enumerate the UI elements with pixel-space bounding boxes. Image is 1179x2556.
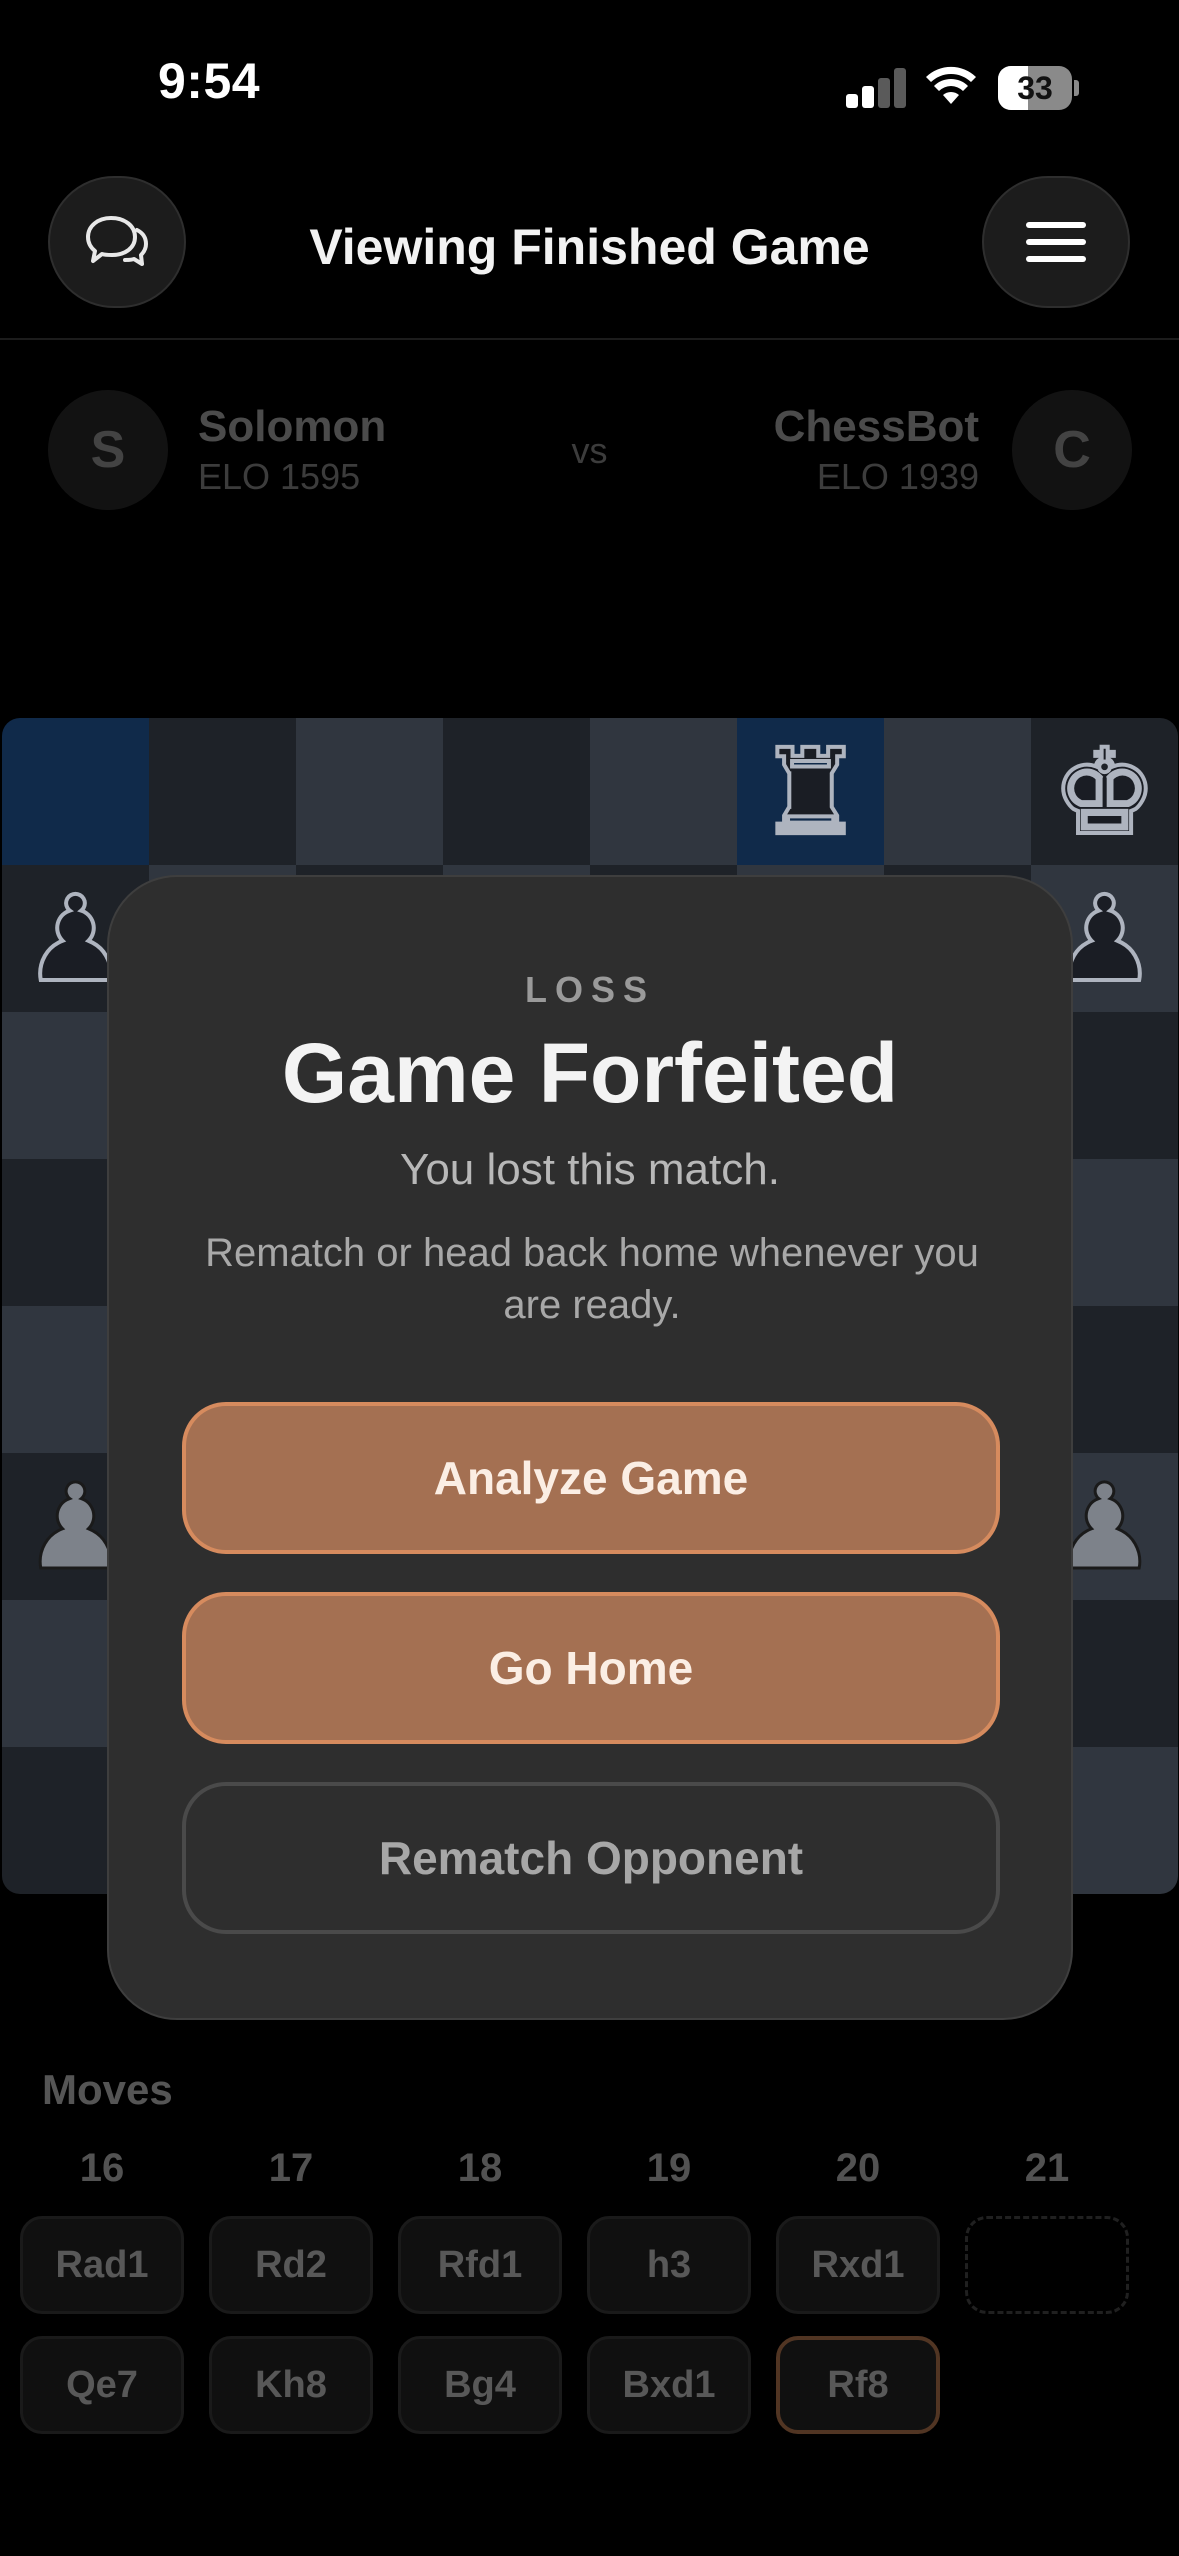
board-square: ♜ [737, 718, 884, 865]
players-bar: S Solomon ELO 1595 vs ChessBot ELO 1939 … [0, 390, 1179, 510]
move-chip-white[interactable]: Rfd1 [398, 2216, 562, 2314]
board-square [443, 718, 590, 865]
moves-title: Moves [42, 2066, 173, 2113]
modal-description: Rematch or head back home whenever you a… [205, 1231, 979, 1327]
hamburger-menu-icon [1026, 222, 1086, 262]
move-chip-white[interactable]: Rd2 [209, 2216, 373, 2314]
move-chip-black[interactable]: Bxd1 [587, 2336, 751, 2434]
board-square: ♚ [1031, 718, 1178, 865]
move-chip-white[interactable]: Rad1 [20, 2216, 184, 2314]
wifi-icon [926, 66, 976, 104]
black-rook-piece[interactable]: ♜ [756, 731, 866, 853]
go-home-button[interactable]: Go Home [182, 1592, 1000, 1744]
modal-title: Game Forfeited [281, 1026, 899, 1120]
board-square [884, 718, 1031, 865]
move-chip-black[interactable]: Kh8 [209, 2336, 373, 2434]
menu-button[interactable] [982, 176, 1130, 308]
result-label: LOSS [524, 969, 655, 1010]
rematch-opponent-button[interactable]: Rematch Opponent [182, 1782, 1000, 1934]
opponent-name: ChessBot [773, 402, 979, 451]
black-king-piece[interactable]: ♚ [1050, 731, 1160, 853]
move-number: 19 [646, 2146, 692, 2190]
move-number: 20 [835, 2146, 881, 2190]
avatar-opponent: C [1012, 390, 1132, 510]
move-chip-black[interactable]: Qe7 [20, 2336, 184, 2434]
status-bar: 9:54 33 [0, 0, 1179, 150]
move-number: 18 [457, 2146, 503, 2190]
battery-icon: 33 [998, 66, 1079, 110]
move-chip-current[interactable]: Rf8 [776, 2336, 940, 2434]
header: Viewing Finished Game [0, 150, 1179, 340]
versus-label: vs [571, 430, 608, 471]
opponent-elo: ELO 1939 [816, 456, 979, 497]
status-time: 9:54 [158, 53, 261, 109]
board-square [2, 718, 149, 865]
move-chip-empty [965, 2216, 1129, 2314]
move-number: 21 [1024, 2146, 1070, 2190]
move-chip-black[interactable]: Bg4 [398, 2336, 562, 2434]
analyze-game-button[interactable]: Analyze Game [182, 1402, 1000, 1554]
board-square [296, 718, 443, 865]
move-number: 16 [79, 2146, 125, 2190]
board-square [149, 718, 296, 865]
board-square [590, 718, 737, 865]
moves-panel: Moves 16 17 18 19 20 21 Rad1 Rd2 Rfd1 h3… [0, 2060, 1179, 2460]
cellular-signal-icon [846, 68, 908, 108]
move-chip-white[interactable]: Rxd1 [776, 2216, 940, 2314]
move-number: 17 [268, 2146, 314, 2190]
game-result-modal: LOSS Game Forfeited You lost this match.… [107, 875, 1073, 2020]
move-chip-white[interactable]: h3 [587, 2216, 751, 2314]
modal-subtitle: You lost this match. [400, 1145, 780, 1194]
battery-percent: 33 [1017, 70, 1053, 106]
